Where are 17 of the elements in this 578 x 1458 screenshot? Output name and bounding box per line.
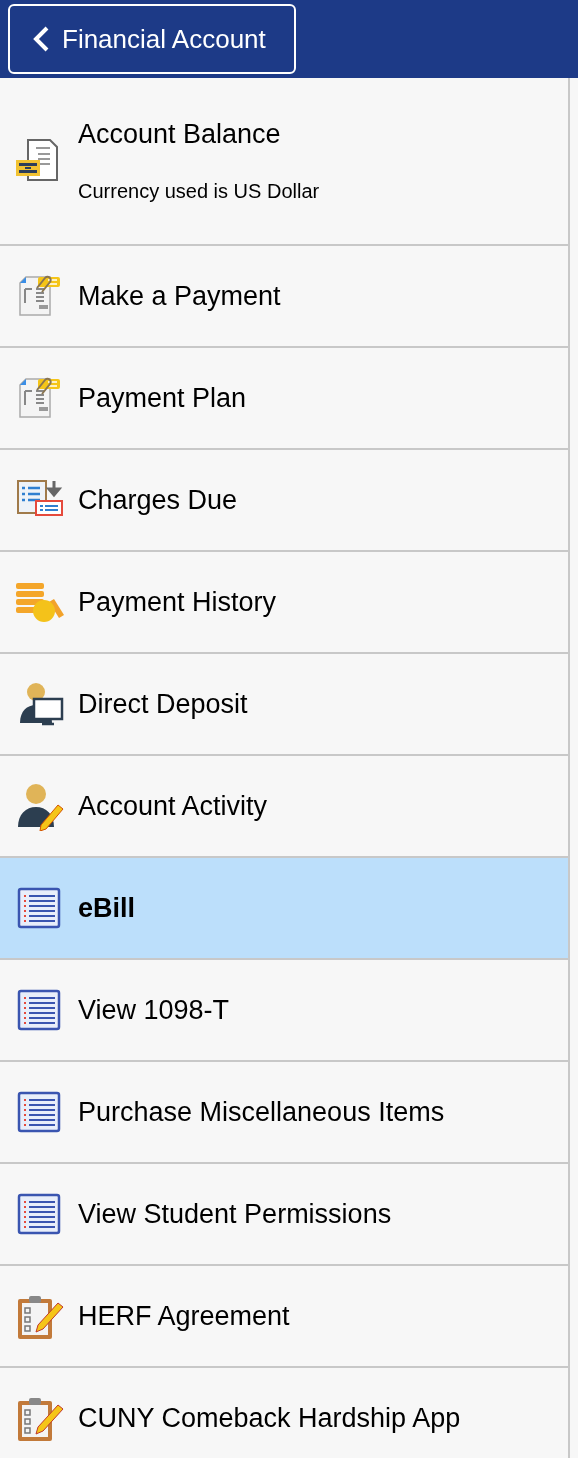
item-label: Make a Payment bbox=[78, 280, 281, 312]
item-label: Payment Plan bbox=[78, 382, 247, 414]
item-label: Account Activity bbox=[78, 790, 268, 822]
item-label: Payment History bbox=[78, 586, 277, 618]
item-label: Account Balance bbox=[78, 119, 282, 150]
item-subtitle: Currency used is US Dollar bbox=[78, 180, 320, 203]
back-button[interactable]: Financial Account bbox=[8, 4, 296, 74]
item-label: Purchase Miscellaneous Items bbox=[78, 1096, 445, 1128]
item-label: Charges Due bbox=[78, 484, 238, 516]
item-label: Direct Deposit bbox=[78, 688, 248, 720]
item-label: CUNY Comeback Hardship App bbox=[78, 1402, 461, 1434]
item-label: View 1098-T bbox=[78, 994, 230, 1026]
item-label: HERF Agreement bbox=[78, 1300, 290, 1332]
chevron-left-icon bbox=[32, 25, 50, 53]
item-label: eBill bbox=[78, 892, 136, 924]
item-label: View Student Permissions bbox=[78, 1198, 392, 1230]
menu-item[interactable]: eBill bbox=[0, 858, 568, 960]
